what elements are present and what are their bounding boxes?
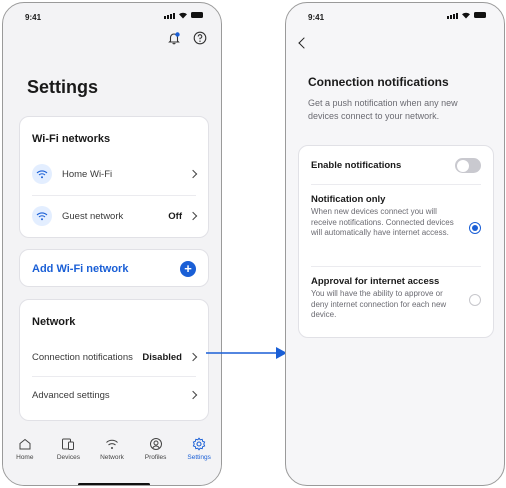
option-notification-only[interactable]: Notification only When new devices conne… bbox=[311, 194, 461, 239]
status-bar: 9:41 bbox=[286, 3, 504, 27]
cellular-signal-icon bbox=[447, 13, 458, 19]
divider bbox=[32, 195, 196, 196]
settings-phone-frame: 9:41 Settings Wi-Fi networks Home Wi-Fi bbox=[2, 2, 222, 486]
help-icon[interactable] bbox=[193, 31, 207, 45]
flow-arrow bbox=[206, 347, 287, 359]
wifi-networks-card: Wi-Fi networks Home Wi-Fi Guest network … bbox=[19, 116, 209, 238]
wifi-icon bbox=[106, 439, 118, 449]
tab-label: Devices bbox=[56, 454, 80, 461]
wifi-status-icon bbox=[179, 12, 187, 19]
tab-label: Home bbox=[16, 454, 34, 461]
wifi-network-value: Off bbox=[168, 210, 182, 222]
tab-profiles[interactable]: Profiles bbox=[137, 437, 175, 465]
status-icons bbox=[164, 11, 203, 19]
wifi-network-label: Home Wi-Fi bbox=[62, 168, 113, 180]
wifi-network-row-home[interactable]: Home Wi-Fi bbox=[20, 155, 208, 193]
wifi-icon bbox=[32, 164, 52, 184]
status-bar: 9:41 bbox=[3, 3, 221, 27]
notification-settings-card: Enable notifications Notification only W… bbox=[298, 145, 494, 338]
tab-label: Network bbox=[100, 454, 124, 461]
tab-label: Settings bbox=[187, 454, 211, 461]
page-title: Settings bbox=[27, 77, 99, 97]
back-chevron-icon[interactable] bbox=[298, 37, 310, 49]
chevron-right-icon bbox=[188, 169, 198, 179]
tab-bar: Home Devices Network Profiles Settings bbox=[3, 423, 221, 485]
wifi-status-icon bbox=[462, 12, 470, 19]
profile-icon bbox=[149, 438, 162, 450]
tab-label: Profiles bbox=[144, 454, 167, 461]
home-indicator bbox=[78, 483, 150, 485]
divider bbox=[311, 266, 481, 267]
option-title: Notification only bbox=[311, 194, 386, 205]
enable-notifications-toggle[interactable] bbox=[455, 158, 481, 173]
enable-notifications-label: Enable notifications bbox=[311, 159, 402, 171]
home-icon bbox=[19, 438, 31, 450]
add-wifi-network-button[interactable]: Add Wi-Fi network + bbox=[32, 250, 196, 288]
wifi-network-label: Guest network bbox=[62, 210, 124, 222]
gear-icon bbox=[192, 437, 206, 451]
devices-icon bbox=[62, 438, 75, 450]
battery-icon bbox=[474, 12, 486, 18]
status-icons bbox=[447, 11, 486, 19]
chevron-right-icon bbox=[188, 352, 198, 362]
add-wifi-network-card: Add Wi-Fi network + bbox=[19, 249, 209, 287]
radio-notification-only[interactable] bbox=[469, 222, 481, 234]
page-title: Connection notifications bbox=[308, 75, 449, 89]
notifications-phone-frame: 9:41 Connection notifications Get a push… bbox=[285, 2, 505, 486]
add-wifi-network-label: Add Wi-Fi network bbox=[32, 263, 129, 275]
plus-icon: + bbox=[180, 261, 196, 277]
tab-network[interactable]: Network bbox=[93, 437, 131, 465]
chevron-right-icon bbox=[188, 211, 198, 221]
network-title: Network bbox=[32, 316, 76, 328]
tab-settings[interactable]: Settings bbox=[180, 437, 218, 465]
tab-devices[interactable]: Devices bbox=[49, 437, 87, 465]
notification-bell-icon[interactable] bbox=[167, 31, 181, 45]
network-item-label: Advanced settings bbox=[32, 389, 110, 401]
battery-icon bbox=[191, 12, 203, 18]
tab-home[interactable]: Home bbox=[6, 437, 44, 465]
page-description: Get a push notification when any new dev… bbox=[308, 98, 458, 121]
connection-notifications-row[interactable]: Connection notifications Disabled bbox=[20, 338, 208, 376]
network-item-value: Disabled bbox=[142, 351, 182, 363]
wifi-icon bbox=[32, 206, 52, 226]
option-description: You will have the ability to approve or … bbox=[311, 289, 447, 319]
option-approval-for-internet[interactable]: Approval for internet access You will ha… bbox=[311, 276, 461, 321]
advanced-settings-row[interactable]: Advanced settings bbox=[20, 376, 208, 414]
wifi-networks-title: Wi-Fi networks bbox=[32, 133, 111, 145]
tab-bar-items: Home Devices Network Profiles Settings bbox=[3, 423, 221, 465]
option-title: Approval for internet access bbox=[311, 276, 440, 287]
divider bbox=[311, 184, 481, 185]
wifi-network-row-guest[interactable]: Guest network Off bbox=[20, 197, 208, 235]
toggle-knob bbox=[456, 159, 469, 172]
network-item-label: Connection notifications bbox=[32, 351, 133, 363]
network-card: Network Connection notifications Disable… bbox=[19, 299, 209, 421]
status-time: 9:41 bbox=[308, 13, 325, 22]
radio-approval-for-internet[interactable] bbox=[469, 294, 481, 306]
top-actions bbox=[167, 31, 207, 45]
chevron-right-icon bbox=[188, 390, 198, 400]
cellular-signal-icon bbox=[164, 13, 175, 19]
option-description: When new devices connect you will receiv… bbox=[311, 207, 454, 237]
status-time: 9:41 bbox=[25, 13, 42, 22]
